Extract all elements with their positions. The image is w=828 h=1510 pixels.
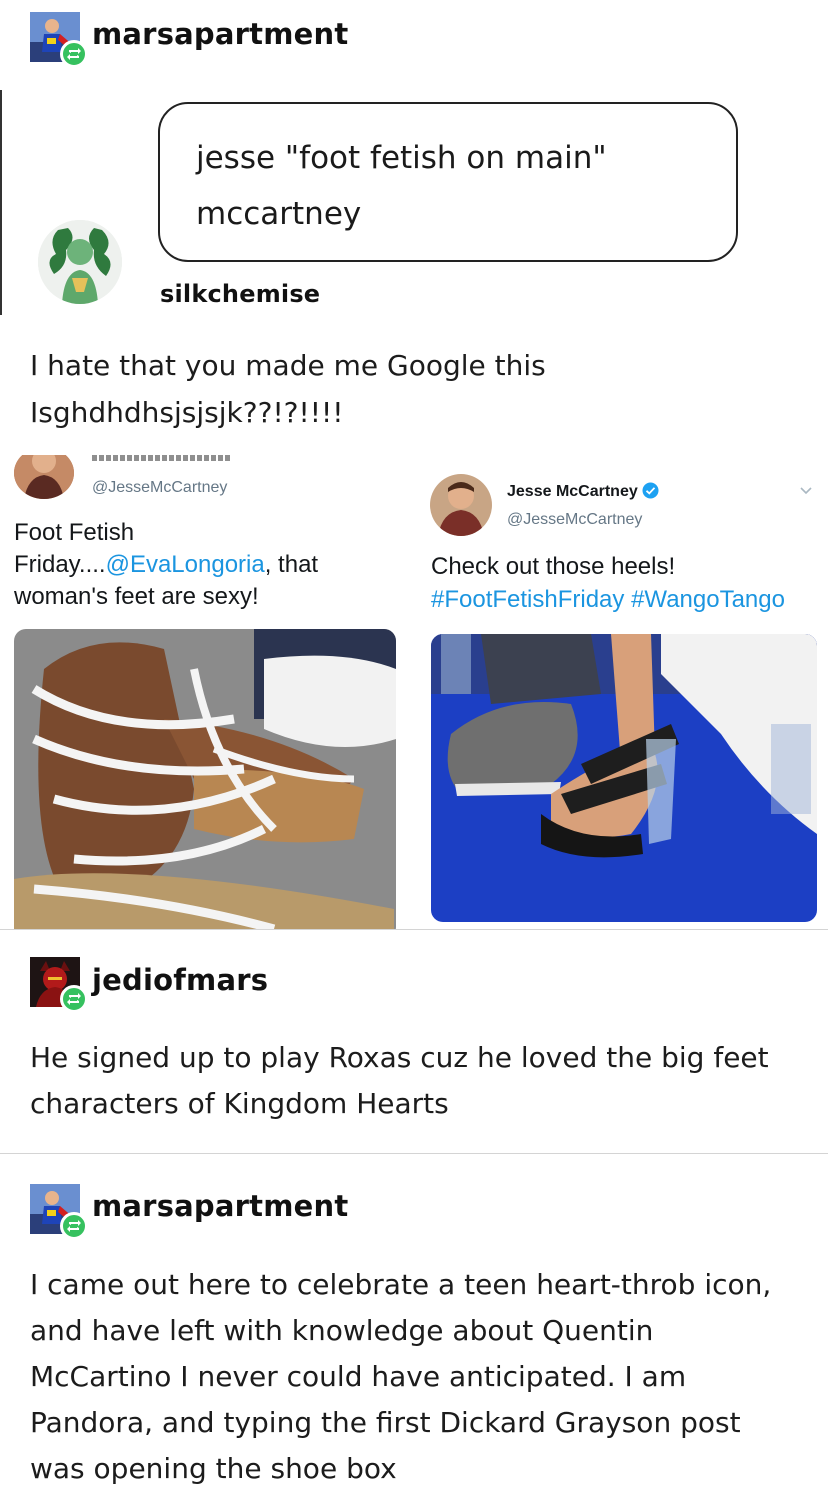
reblog-icon: [60, 1212, 88, 1240]
post-text-line1: He signed up to play Roxas cuz he loved …: [30, 1041, 769, 1074]
tweet-right-handle[interactable]: @JesseMcCartney: [507, 511, 642, 529]
speech-bubble: jesse "foot fetish on main" mccartney: [158, 102, 738, 262]
mention-link[interactable]: @EvaLongoria: [106, 551, 265, 578]
tweet-right-text-line1: Check out those heels!: [431, 553, 676, 580]
post-text-line3: McCartino I never could have anticipated…: [30, 1360, 687, 1393]
tweet-left-text-line2: Friday....@EvaLongoria, that: [14, 549, 318, 581]
tweet-left-text-suffix: , that: [264, 551, 319, 578]
chevron-down-icon[interactable]: [798, 482, 814, 503]
medusa-avatar-icon: [38, 220, 122, 304]
tweet-left: @JesseMcCartney Foot Fetish Friday....@E…: [0, 455, 410, 930]
tweet-right-photo[interactable]: [431, 634, 817, 922]
tweet-left-avatar[interactable]: [14, 455, 74, 499]
avatar-silkchemise[interactable]: [38, 220, 122, 304]
post-text-line2: and have left with knowledge about Quent…: [30, 1314, 654, 1347]
tweet-right-name[interactable]: Jesse McCartney: [507, 482, 659, 501]
post-text-line1: I came out here to celebrate a teen hear…: [30, 1268, 772, 1301]
tweet-right-hashtags: #FootFetishFriday #WangoTango: [431, 584, 785, 616]
post-username[interactable]: marsapartment: [92, 1189, 348, 1223]
tweet-right-display-name: Jesse McCartney: [507, 483, 638, 500]
post-text-line4: Pandora, and typing the first Dickard Gr…: [30, 1406, 741, 1439]
jesse-avatar-icon: [14, 455, 74, 499]
quote-text-line1: jesse "foot fetish on main": [196, 140, 607, 176]
divider: [0, 1153, 828, 1154]
post-text-line1: I hate that you made me Google this: [30, 349, 546, 382]
tweet-right-avatar[interactable]: [430, 474, 492, 536]
hashtag-footfetishfriday[interactable]: #FootFetishFriday: [431, 586, 624, 613]
jesse-avatar-icon: [430, 474, 492, 536]
hashtag-wangotango[interactable]: #WangoTango: [631, 586, 785, 613]
quote-author[interactable]: silkchemise: [160, 280, 320, 308]
tweet-left-text-line3: woman's feet are sexy!: [14, 583, 259, 610]
sandals-photo-icon: [14, 629, 396, 930]
tweet-left-text-line1: Foot Fetish: [14, 519, 135, 546]
tweet-left-text-prefix: Friday....: [14, 551, 106, 578]
post-username[interactable]: marsapartment: [92, 17, 348, 51]
verified-badge-icon: [642, 482, 659, 499]
post-text-line5: was opening the shoe box: [30, 1452, 397, 1485]
heels-photo-icon: [431, 634, 817, 922]
tweet-right: Jesse McCartney @JesseMcCartney Check ou…: [418, 462, 828, 932]
post-username[interactable]: jediofmars: [92, 963, 268, 997]
reblog-icon: [60, 40, 88, 68]
tweet-left-handle[interactable]: @JesseMcCartney: [92, 479, 227, 497]
tweet-left-cropped-name: [92, 455, 232, 461]
tweet-left-photo[interactable]: [14, 629, 396, 930]
post-text-line2: characters of Kingdom Hearts: [30, 1087, 449, 1120]
post-text-line2: Isghdhdhsjsjsjk??!?!!!!: [30, 396, 344, 429]
quote-text-line2: mccartney: [196, 196, 362, 232]
quote-border: [0, 90, 2, 315]
reblog-icon: [60, 985, 88, 1013]
divider: [0, 929, 828, 930]
